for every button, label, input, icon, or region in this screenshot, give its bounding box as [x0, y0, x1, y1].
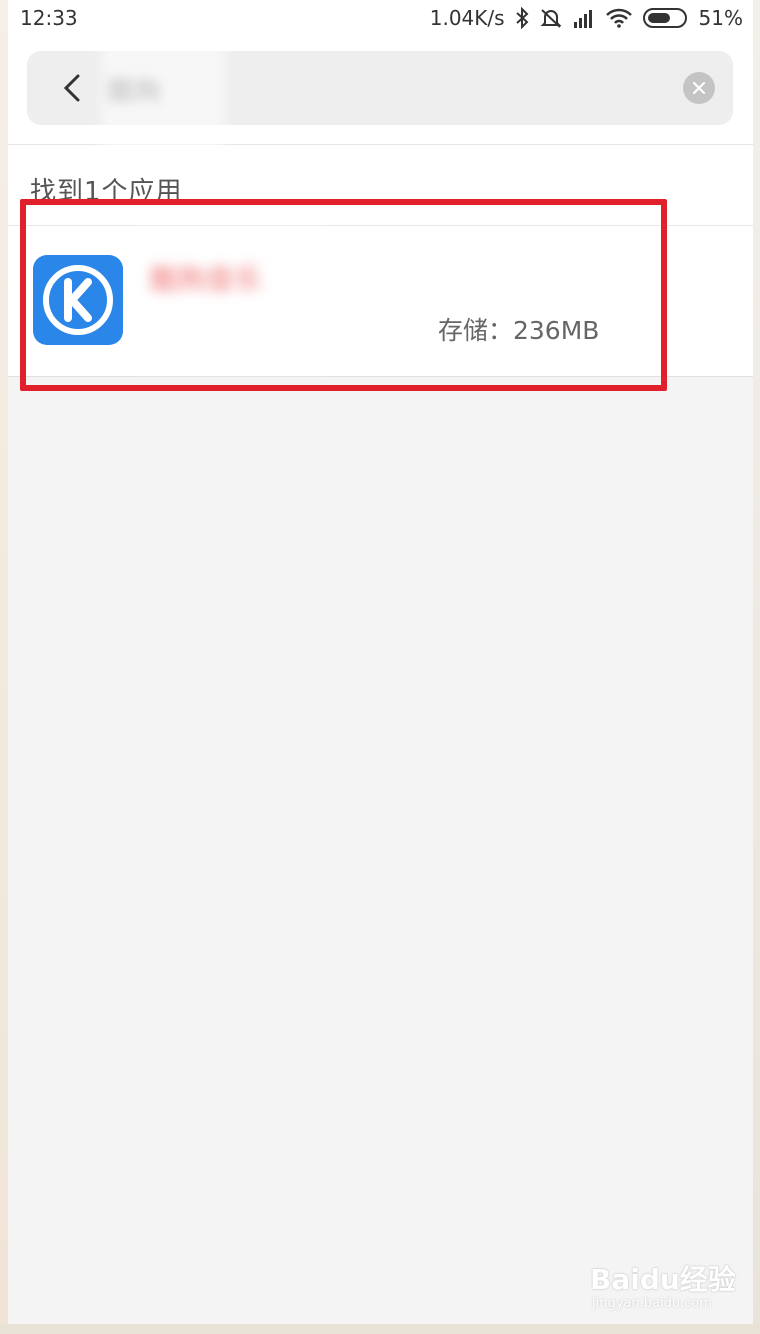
app-storage-size: 存储：236MB	[438, 316, 600, 345]
device-frame-bottom	[0, 1324, 760, 1334]
signal-icon	[573, 8, 595, 28]
app-name: 酷狗音乐	[150, 263, 263, 296]
watermark-logo-text: Baidu经验	[590, 1263, 736, 1296]
watermark-url: jingyan.baidu.com	[592, 1296, 712, 1311]
bluetooth-icon	[515, 7, 529, 29]
clear-search-icon[interactable]	[683, 72, 715, 104]
redaction-blur	[136, 226, 326, 376]
mute-icon	[539, 7, 563, 29]
status-icons: 1.04K/s 51%	[430, 6, 743, 30]
baidu-jingyan-watermark: Baidu经验 jingyan.baidu.com	[590, 1246, 740, 1316]
wifi-icon	[605, 8, 633, 28]
status-bar: 12:33 1.04K/s 51%	[8, 0, 753, 38]
phone-screen: 12:33 1.04K/s 51% 酷狗 找到1个应用 酷狗音乐 存储：236M…	[8, 0, 753, 1324]
app-result-item[interactable]: 酷狗音乐 存储：236MB	[8, 226, 753, 377]
battery-percent: 51%	[698, 6, 743, 30]
results-count-title: 找到1个应用	[30, 177, 183, 207]
back-arrow-icon[interactable]	[53, 68, 93, 108]
net-speed: 1.04K/s	[429, 6, 505, 30]
status-time: 12:33	[20, 6, 78, 30]
kugou-k-icon	[33, 255, 123, 345]
device-frame-left	[0, 0, 8, 1334]
battery-icon	[642, 7, 689, 29]
search-header	[8, 38, 753, 182]
device-frame-right	[753, 0, 760, 1334]
results-header: 找到1个应用	[8, 145, 753, 226]
